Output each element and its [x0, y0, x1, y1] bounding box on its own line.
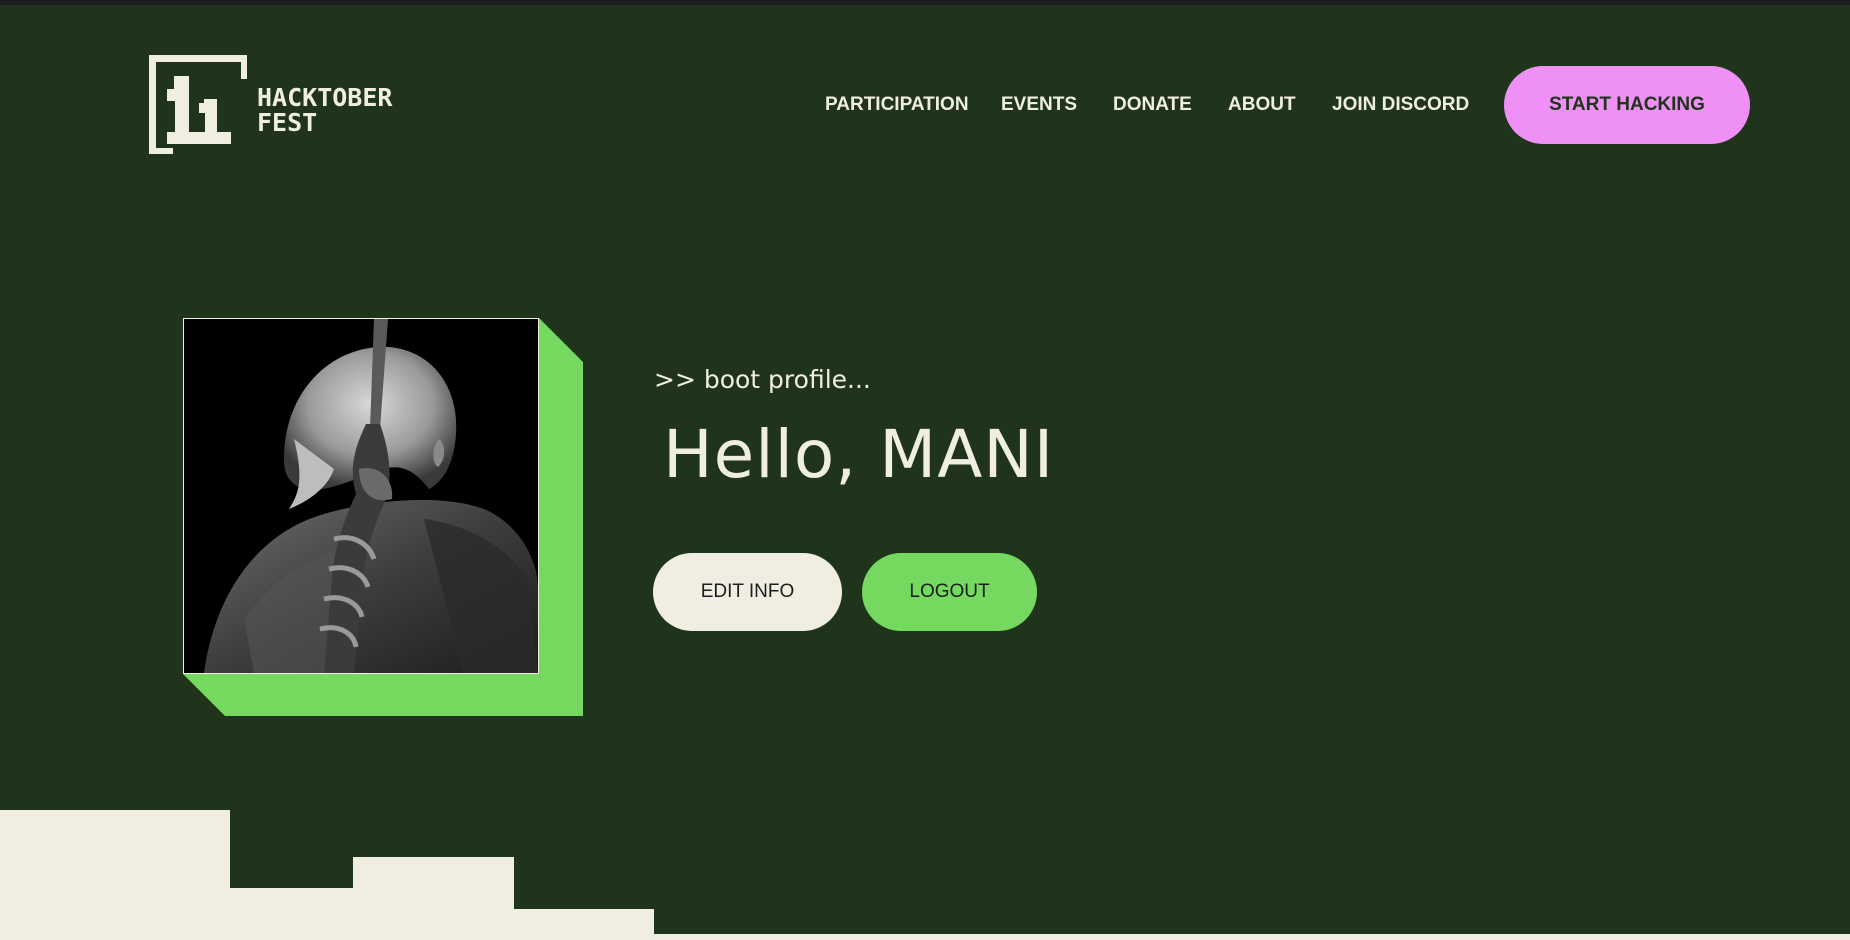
nav-events[interactable]: EVENTS: [1001, 92, 1077, 118]
greeting-heading: Hello, MANI: [663, 416, 1055, 493]
user-avatar-icon: [184, 319, 538, 673]
nav-about[interactable]: ABOUT: [1228, 92, 1296, 118]
logout-button[interactable]: LOGOUT: [862, 553, 1037, 631]
user-avatar: [183, 318, 539, 674]
nav-donate[interactable]: DONATE: [1113, 92, 1192, 118]
logo-line-1: HACKTOBER: [257, 83, 393, 112]
browser-top-strip: [0, 0, 1850, 5]
nav-join-discord[interactable]: JOIN DISCORD: [1332, 92, 1469, 118]
logo-wordmark: HACKTOBER FEST: [257, 85, 392, 135]
nav-participation[interactable]: PARTICIPATION: [825, 92, 969, 118]
hacktoberfest-logo[interactable]: HACKTOBER FEST: [149, 55, 401, 155]
boot-profile-text: >> boot profile...: [654, 365, 871, 394]
decorative-pixel-blocks: [0, 810, 1850, 940]
edit-info-button[interactable]: EDIT INFO: [653, 553, 842, 631]
logo-line-2: FEST: [257, 108, 318, 137]
start-hacking-button[interactable]: START HACKING: [1504, 66, 1750, 144]
hacktoberfest-11-logo-icon: [149, 55, 247, 154]
